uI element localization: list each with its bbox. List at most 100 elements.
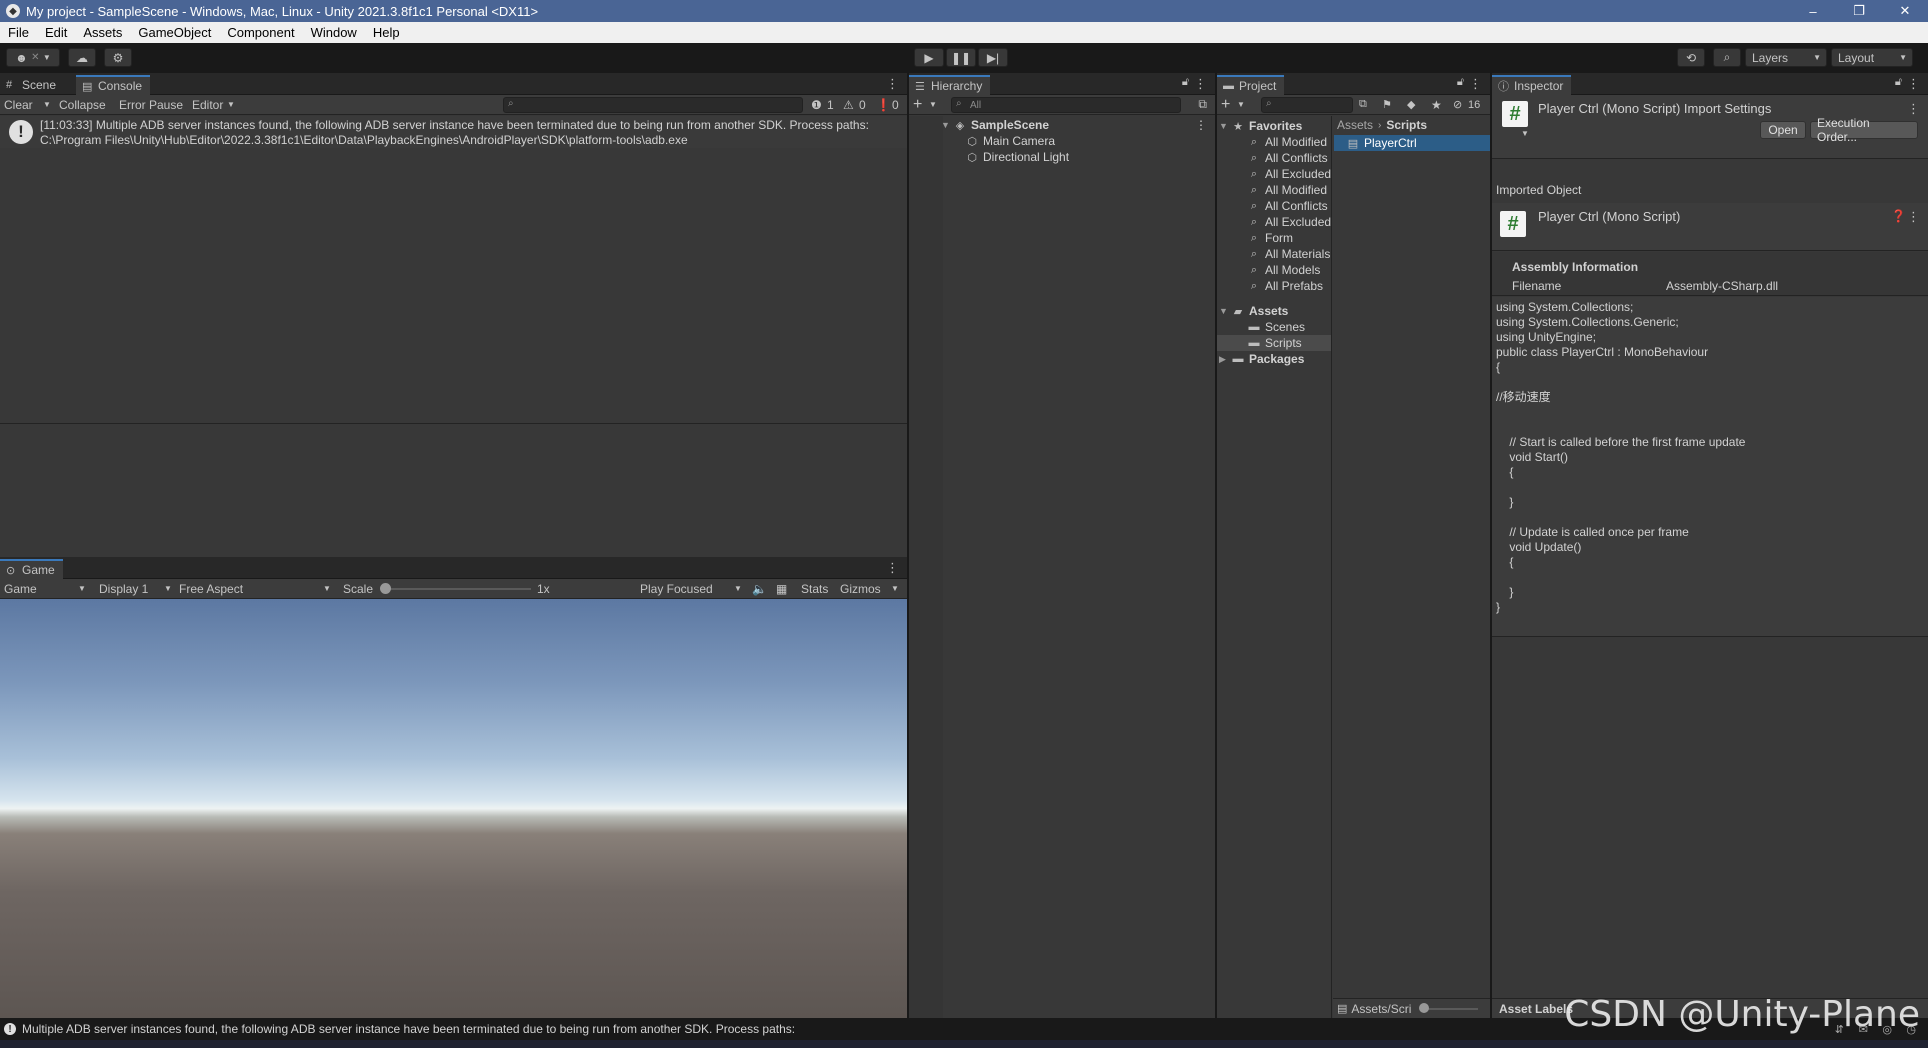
assets-folder[interactable]: ▼ ▰ Assets [1219,303,1288,319]
fold-closed-icon[interactable]: ▶ [1219,354,1231,365]
star-favorite-icon[interactable]: ★ [1431,98,1442,112]
add-icon[interactable]: + [1221,96,1230,114]
warning-icon[interactable]: ⚠ [843,98,854,112]
icon-size-slider-track[interactable] [1423,1008,1478,1010]
editor-dropdown[interactable]: Editor [192,98,223,112]
more-options-icon[interactable]: ⋮ [1907,76,1920,92]
fold-open-icon[interactable]: ▼ [941,120,953,130]
chevron-down-icon[interactable]: ▼ [891,584,899,593]
chevron-down-icon[interactable]: ▼ [43,100,51,109]
tab-game[interactable]: ⊙ Game [0,559,63,579]
tab-console[interactable]: ▤ Console [76,75,151,95]
more-options-icon[interactable]: ⋮ [1195,118,1207,132]
menu-gameobject[interactable]: GameObject [130,25,219,40]
menu-assets[interactable]: Assets [75,25,130,40]
layers-dropdown[interactable]: Layers ▼ [1745,48,1827,67]
account-dropdown[interactable]: ☻ ✕ ▼ [6,48,60,67]
lock-icon[interactable]: 🔓︎ [1457,76,1464,89]
scene-visibility-icon[interactable]: ⧉ [1198,97,1207,112]
fold-open-icon[interactable]: ▼ [1219,121,1231,131]
aspect-dropdown[interactable]: Free Aspect [179,582,243,596]
stats-toggle[interactable]: Stats [801,582,828,596]
collapse-button[interactable]: Collapse [59,98,106,112]
hierarchy-item-main-camera[interactable]: ⬡ Main Camera [965,133,1055,149]
menu-help[interactable]: Help [365,25,408,40]
restore-button[interactable]: ❐ [1836,0,1882,22]
menu-file[interactable]: File [0,25,37,40]
add-icon[interactable]: + [913,96,922,114]
log-entry[interactable]: ! [11:03:33] Multiple ADB server instanc… [0,116,907,148]
play-button[interactable]: ▶ [914,48,944,67]
asset-labels-heading[interactable]: Asset Labels [1499,1002,1573,1016]
folder-scripts[interactable]: ▬ Scripts [1217,335,1331,351]
clear-button[interactable]: Clear [4,98,33,112]
breadcrumb-assets[interactable]: Assets [1337,118,1373,132]
menu-edit[interactable]: Edit [37,25,75,40]
chevron-down-icon[interactable]: ▼ [1237,100,1245,109]
play-focused-dropdown[interactable]: Play Focused [640,582,713,596]
tab-project[interactable]: ▬ Project [1217,75,1285,95]
cloud-button[interactable]: ☁ [68,48,96,67]
icon-size-slider-handle[interactable] [1419,1003,1429,1013]
file-item-playerctrl[interactable]: ▤ PlayerCtrl [1334,135,1490,151]
tab-inspector[interactable]: ⓘ Inspector [1492,75,1572,95]
breadcrumb-scripts[interactable]: Scripts [1386,118,1427,132]
search-button[interactable]: ⌕ [1713,48,1741,67]
scene-root[interactable]: ▼ ◈ SampleScene ⋮ [941,117,1211,133]
hierarchy-item-directional-light[interactable]: ⬡ Directional Light [965,149,1069,165]
error-pause-button[interactable]: Error Pause [119,98,183,112]
favorite-item[interactable]: ⌕ All Prefabs [1247,278,1323,294]
folder-scenes[interactable]: ▬ Scenes [1247,319,1306,335]
search-by-label-icon[interactable]: ⚑ [1382,98,1392,111]
favorite-item[interactable]: ⌕ Form [1247,230,1293,246]
close-button[interactable]: ✕ [1882,0,1928,22]
favorite-item[interactable]: ⌕ All Models [1247,262,1320,278]
game-viewport[interactable] [0,599,907,1018]
game-mode-dropdown[interactable]: Game [4,582,37,596]
more-options-icon[interactable]: ⋮ [886,76,899,92]
step-button[interactable]: ▶| [978,48,1008,67]
search-by-type-icon[interactable]: ⧉ [1359,98,1367,111]
execution-order-button[interactable]: Execution Order... [1810,116,1918,144]
tab-scene[interactable]: # Scene [0,75,64,95]
favorite-item[interactable]: ⌕ All Conflicts [1247,150,1328,166]
favorite-item[interactable]: ⌕ All Materials [1247,246,1330,262]
lock-icon[interactable]: 🔓︎ [1182,76,1189,89]
collab-button[interactable]: ⚙ [104,48,132,67]
tab-hierarchy[interactable]: ☰ Hierarchy [909,75,991,95]
gizmos-toggle[interactable]: Gizmos [840,582,881,596]
favorite-item[interactable]: ⌕ All Modified [1247,182,1327,198]
favorite-item[interactable]: ⌕ All Modified [1247,134,1327,150]
layout-dropdown[interactable]: Layout ▼ [1831,48,1913,67]
status-message[interactable]: Multiple ADB server instances found, the… [22,1022,795,1036]
history-button[interactable]: ⟲ [1677,48,1705,67]
favorite-item[interactable]: ⌕ All Excluded [1247,166,1331,182]
chevron-down-icon[interactable]: ▼ [929,100,937,109]
tag-icon[interactable]: ◆ [1407,98,1415,111]
favorite-item[interactable]: ⌕ All Conflicts [1247,198,1328,214]
more-options-icon[interactable]: ⋮ [1469,76,1482,92]
scale-slider-track[interactable] [381,588,531,590]
pause-button[interactable]: ❚❚ [946,48,976,67]
display-dropdown[interactable]: Display 1 [99,582,148,596]
project-search-input[interactable]: ⌕ [1261,97,1353,113]
packages-folder[interactable]: ▶ ▬ Packages [1219,351,1304,367]
stats-grid-icon[interactable]: ▦ [776,582,787,596]
open-button[interactable]: Open [1760,121,1806,139]
console-search-input[interactable]: ⌕ [503,97,803,113]
more-options-icon[interactable]: ⋮ [1907,209,1920,225]
minimize-button[interactable]: – [1790,0,1836,22]
error-icon[interactable]: ❗ [876,98,891,112]
audio-toggle-icon[interactable]: 🔈 [752,582,767,596]
more-options-icon[interactable]: ⋮ [1194,76,1207,92]
lock-icon[interactable]: 🔓︎ [1895,76,1902,89]
more-options-icon[interactable]: ⋮ [1907,101,1920,117]
chevron-down-icon[interactable]: ▼ [1521,129,1529,138]
hidden-packages-icon[interactable]: ⊘ [1453,98,1462,111]
console-divider[interactable] [0,423,907,424]
favorites-folder[interactable]: ▼ ★ Favorites [1219,118,1302,134]
menu-window[interactable]: Window [303,25,365,40]
fold-open-icon[interactable]: ▼ [1219,306,1231,316]
help-icon[interactable]: ❓ [1891,209,1906,223]
hierarchy-search-input[interactable]: ⌕ All [951,97,1181,113]
